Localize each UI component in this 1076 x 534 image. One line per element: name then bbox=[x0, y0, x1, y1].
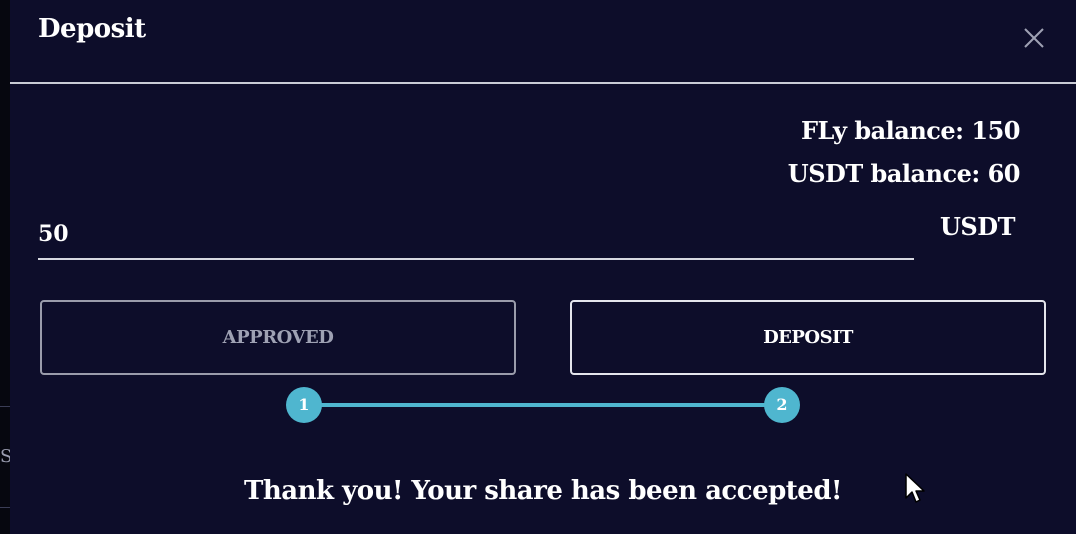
amount-input[interactable] bbox=[38, 212, 914, 256]
deposit-modal: Deposit FLy balance: 150 USDT balance: 6… bbox=[10, 0, 1076, 534]
fly-balance: FLy balance: 150 bbox=[800, 116, 1021, 145]
progress-stepper: 1 2 bbox=[286, 386, 806, 424]
usdt-balance: USDT balance: 60 bbox=[787, 159, 1021, 188]
step-1: 1 bbox=[286, 387, 322, 423]
step-2: 2 bbox=[764, 387, 800, 423]
mouse-cursor-icon bbox=[905, 473, 925, 503]
modal-header: Deposit bbox=[10, 0, 1076, 84]
stepper-line bbox=[304, 403, 782, 407]
approved-button[interactable]: APPROVED bbox=[40, 300, 516, 375]
amount-field-wrapper bbox=[38, 212, 914, 260]
deposit-button[interactable]: DEPOSIT bbox=[570, 300, 1046, 375]
close-icon bbox=[1024, 28, 1044, 48]
modal-title: Deposit bbox=[38, 14, 146, 44]
close-button[interactable] bbox=[1018, 22, 1050, 54]
amount-unit: USDT bbox=[940, 212, 1015, 241]
